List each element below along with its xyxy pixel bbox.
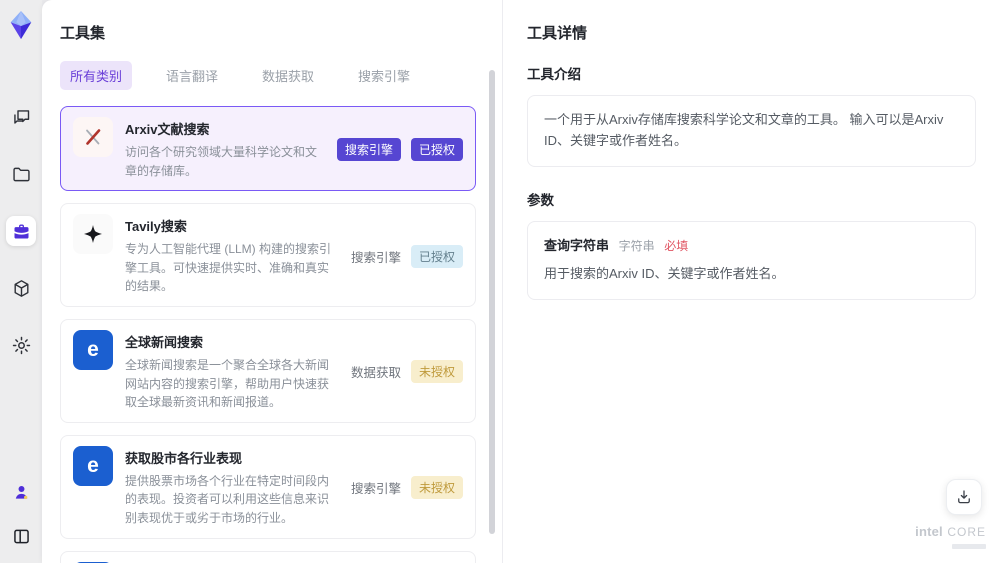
param-box: 查询字符串 字符串 必填 用于搜索的Arxiv ID、关键字或作者姓名。: [527, 220, 976, 301]
category-badge: 搜索引擎: [336, 138, 401, 162]
tool-card-stock-sector[interactable]: e 获取股市各行业表现 提供股票市场各个行业在特定时间段内的表现。投资者可以利用…: [60, 434, 476, 539]
tool-card-active-stocks[interactable]: e 获取市场最活跃股票信息 提供当天交易量最高的股票列表，投资者可以利用这些信息…: [60, 550, 476, 563]
app-window: 工具集 所有类别 语言翻译 数据获取 搜索引擎 Arxiv文献搜索 访问各个研究…: [0, 0, 1000, 563]
blue-app-icon: e: [73, 445, 113, 486]
category-label: 搜索引擎: [350, 250, 401, 265]
tab-all-categories[interactable]: 所有类别: [60, 61, 133, 90]
param-description: 用于搜索的Arxiv ID、关键字或作者姓名。: [544, 266, 785, 282]
page-title: 工具集: [60, 25, 106, 42]
tab-search-engine[interactable]: 搜索引擎: [348, 61, 420, 90]
tab-data-fetch[interactable]: 数据获取: [252, 61, 324, 90]
tool-name: Arxiv文献搜索: [125, 122, 210, 137]
tool-card-arxiv[interactable]: Arxiv文献搜索 访问各个研究领域大量科学论文和文章的存储库。 搜索引擎 已授…: [60, 106, 476, 192]
tool-list-panel: 工具集 所有类别 语言翻译 数据获取 搜索引擎 Arxiv文献搜索 访问各个研究…: [42, 0, 502, 563]
tool-description: 提供股票市场各个行业在特定时间段内的表现。投资者可以利用这些信息来识别表现优于或…: [125, 473, 330, 525]
auth-status-badge: 未授权: [410, 360, 463, 384]
folder-icon[interactable]: [6, 159, 36, 189]
tool-description: 专为人工智能代理 (LLM) 构建的搜索引擎工具。可快速提供实时、准确和真实的结…: [125, 242, 332, 294]
intel-core-logo: intel CORE: [915, 523, 986, 549]
param-required-flag: 必填: [664, 238, 689, 253]
tool-details-panel: 工具详情 工具介绍 一个用于从Arxiv存储库搜索科学论文和文章的工具。 输入可…: [502, 0, 1000, 563]
sidebar-bottom: [6, 477, 36, 551]
list-scrollbar: [489, 70, 495, 553]
category-label: 数据获取: [350, 366, 401, 381]
tool-description: 全球新闻搜索是一个聚合全球各大新闻网站内容的搜索引擎，帮助用户快速获取全球最新资…: [125, 357, 330, 410]
category-tabs: 所有类别 语言翻译 数据获取 搜索引擎: [60, 61, 476, 90]
param-type: 字符串: [618, 238, 655, 253]
settings-icon[interactable]: [6, 330, 36, 360]
brand-bar: [952, 544, 986, 549]
toolbox-icon[interactable]: [6, 216, 36, 246]
param-name: 查询字符串: [544, 237, 610, 253]
tool-card-tavily[interactable]: Tavily搜索 专为人工智能代理 (LLM) 构建的搜索引擎工具。可快速提供实…: [60, 203, 476, 307]
sidebar-nav: [6, 102, 36, 360]
main-content: 工具集 所有类别 语言翻译 数据获取 搜索引擎 Arxiv文献搜索 访问各个研究…: [42, 0, 1000, 563]
details-title: 工具详情: [527, 25, 588, 42]
sidebar: [0, 0, 42, 563]
intro-heading: 工具介绍: [527, 67, 581, 82]
cube-icon[interactable]: [6, 273, 36, 303]
brand-intel-text: intel: [915, 524, 943, 540]
tavily-star-icon: [73, 214, 113, 255]
tool-card-global-news[interactable]: e 全球新闻搜索 全球新闻搜索是一个聚合全球各大新闻网站内容的搜索引擎，帮助用户…: [60, 318, 476, 423]
tab-language-translation[interactable]: 语言翻译: [156, 61, 228, 90]
app-logo-icon[interactable]: [6, 10, 36, 40]
intro-box: 一个用于从Arxiv存储库搜索科学论文和文章的工具。 输入可以是Arxiv ID…: [527, 95, 976, 167]
user-avatar-icon[interactable]: [6, 477, 36, 507]
auth-status-badge: 未授权: [410, 476, 463, 500]
arxiv-x-icon: [73, 117, 113, 157]
tool-description: 访问各个研究领域大量科学论文和文章的存储库。: [125, 145, 318, 178]
auth-status-badge: 已授权: [410, 138, 463, 162]
brand-core-text: CORE: [947, 525, 986, 540]
scrollbar-thumb[interactable]: [489, 70, 495, 534]
tool-name: 获取股市各行业表现: [125, 450, 243, 466]
category-label: 搜索引擎: [350, 482, 401, 497]
chat-icon[interactable]: [6, 102, 36, 132]
download-icon: [958, 490, 970, 504]
tool-name: Tavily搜索: [125, 219, 187, 235]
tool-name: 全球新闻搜索: [125, 334, 204, 350]
tool-list: Arxiv文献搜索 访问各个研究领域大量科学论文和文章的存储库。 搜索引擎 已授…: [60, 106, 476, 563]
auth-status-badge: 已授权: [410, 244, 463, 268]
params-heading: 参数: [527, 192, 554, 208]
panel-toggle-icon[interactable]: [6, 521, 36, 551]
blue-app-icon: e: [73, 329, 113, 370]
download-button[interactable]: [946, 479, 982, 515]
